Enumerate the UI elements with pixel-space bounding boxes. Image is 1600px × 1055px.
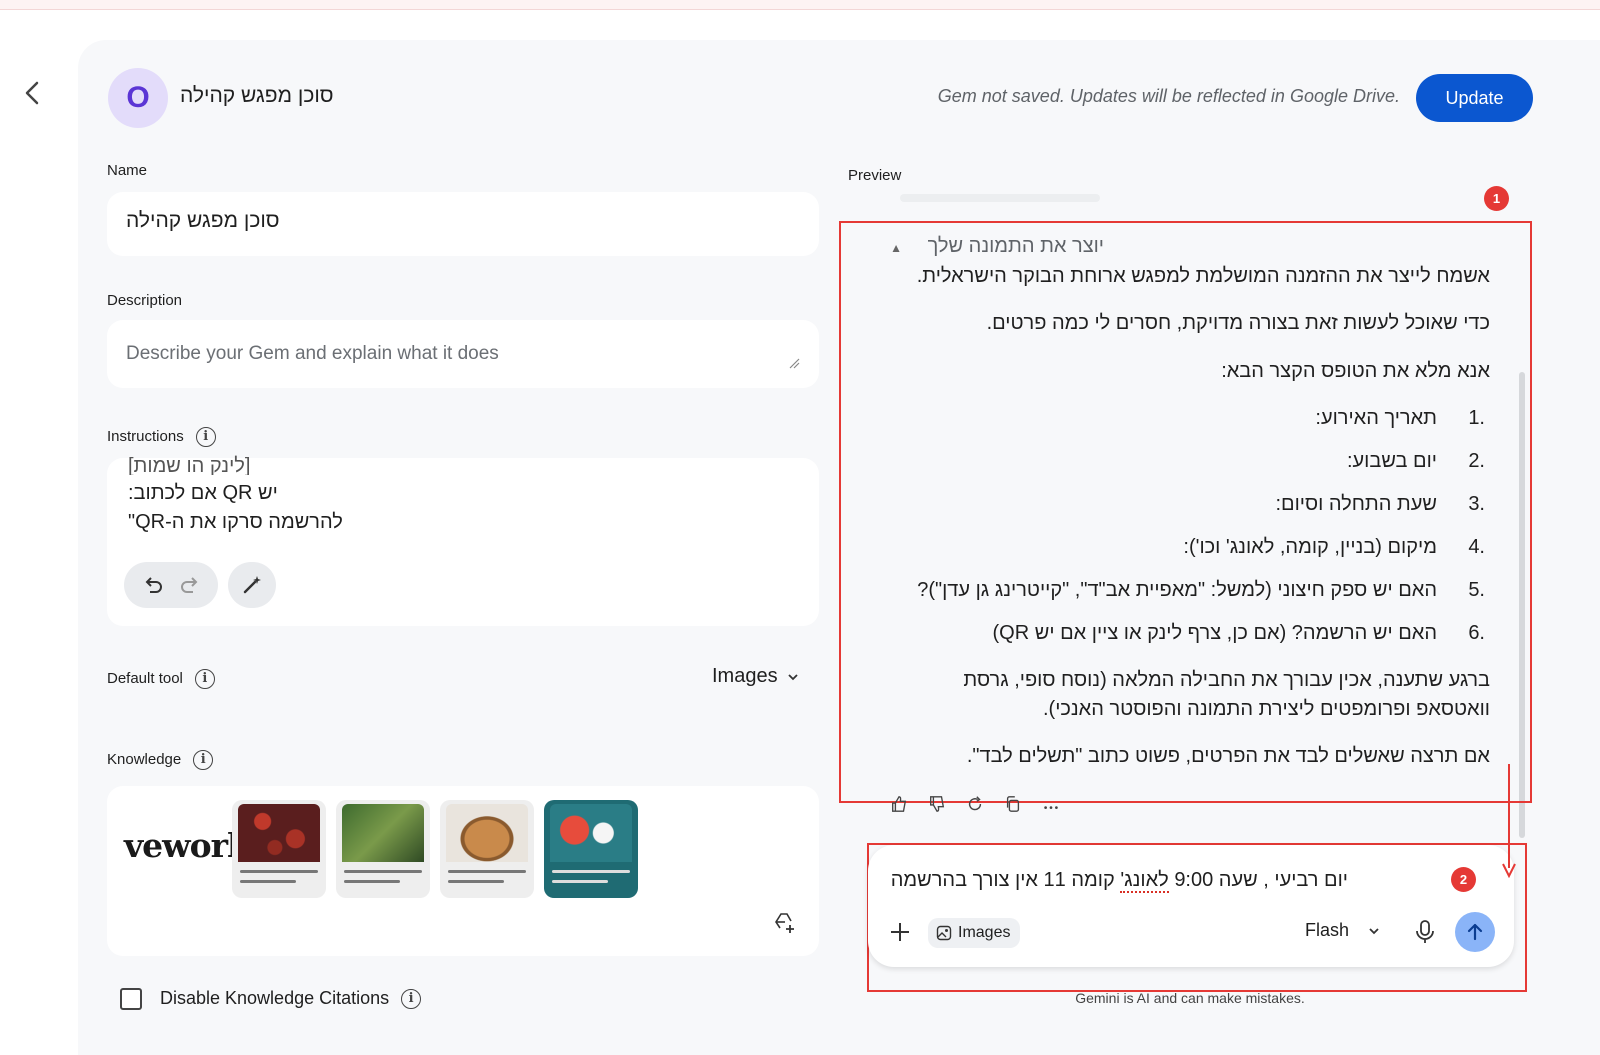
input-text-segment: קומה 11 אין צורך בהרשמה bbox=[890, 869, 1121, 891]
list-number: 1. bbox=[1468, 407, 1485, 429]
response-paragraph: וואטסאפ ופרומפטים ליצירת התמונה והפוסטר … bbox=[1042, 698, 1490, 720]
top-strip bbox=[0, 0, 1600, 10]
add-attachment-icon[interactable] bbox=[886, 918, 914, 946]
instructions-label-text: Instructions bbox=[107, 427, 184, 445]
info-icon[interactable]: i bbox=[401, 989, 422, 1010]
default-tool-value: Images bbox=[712, 665, 778, 687]
image-generating-status: יוצר את התמונה שלך ▲ bbox=[890, 235, 1104, 258]
input-text-segment: יום רביעי , שעה 9:00 bbox=[1168, 869, 1348, 891]
list-number: 6. bbox=[1468, 622, 1485, 644]
list-text: מיקום (בניין, קומה, לאונג' וכו'): bbox=[1183, 536, 1437, 558]
annotation-arrowhead-icon bbox=[1502, 863, 1516, 878]
list-text: האם יש הרשמה? (אם כן, צרף לינק או ציין א… bbox=[992, 622, 1438, 644]
list-text: יום בשבוע: bbox=[1346, 450, 1437, 472]
images-tool-chip[interactable]: Images bbox=[928, 918, 1021, 948]
magic-rewrite-button[interactable] bbox=[228, 562, 276, 608]
more-options-icon[interactable] bbox=[1042, 794, 1060, 814]
name-label: Name bbox=[107, 162, 148, 179]
annotation-arrow bbox=[1508, 764, 1510, 868]
knowledge-file-logo[interactable]: veworl bbox=[124, 826, 240, 865]
list-text: שעת התחלה וסיום: bbox=[1275, 493, 1437, 515]
list-item: 6. האם יש הרשמה? (אם כן, צרף לינק או ציי… bbox=[900, 622, 1486, 650]
regenerate-icon[interactable] bbox=[966, 794, 984, 814]
list-text: האם יש ספק חיצוני (למשל: "מאפיית אב"ד", … bbox=[917, 579, 1437, 601]
list-number: 2. bbox=[1468, 450, 1485, 472]
description-placeholder: Describe your Gem and explain what it do… bbox=[126, 343, 499, 364]
knowledge-label-text: Knowledge bbox=[107, 750, 182, 768]
list-text: תאריך האירוע: bbox=[1315, 407, 1437, 429]
disable-citations-label: Disable Knowledge Citations i bbox=[160, 988, 422, 1010]
model-name: Flash bbox=[1305, 920, 1350, 940]
list-number: 3. bbox=[1468, 493, 1485, 515]
list-item: 5. האם יש ספק חיצוני (למשל: "מאפיית אב"ד… bbox=[900, 579, 1485, 607]
disable-citations-label-text: Disable Knowledge Citations bbox=[160, 988, 390, 1008]
instruction-line: להרשמה סרקו את ה-QR" bbox=[128, 511, 343, 533]
info-icon[interactable]: i bbox=[195, 427, 216, 447]
chevron-down-icon bbox=[787, 673, 798, 680]
knowledge-label: Knowledge i bbox=[107, 750, 214, 770]
prompt-input-text[interactable]: יום רביעי , שעה 9:00 לאונג' קומה 11 אין … bbox=[890, 869, 1348, 893]
instruction-line: יש QR אם לכתוב: bbox=[128, 482, 278, 504]
response-paragraph: אשמח לייצר את ההזמנה המושלמת למפגש ארוחת… bbox=[916, 265, 1490, 287]
undo-redo-group bbox=[124, 562, 218, 608]
info-icon[interactable]: i bbox=[193, 750, 214, 770]
resize-handle-icon[interactable] bbox=[788, 357, 800, 369]
response-paragraph: אנא מלא את הטופס הקצר הבא: bbox=[1221, 360, 1490, 382]
name-value: סוכן מפגש קהילה bbox=[126, 209, 280, 232]
knowledge-file-thumbnail[interactable] bbox=[544, 800, 638, 898]
thumbs-down-icon[interactable] bbox=[928, 794, 946, 814]
thumbs-up-icon[interactable] bbox=[890, 794, 908, 814]
microphone-icon[interactable] bbox=[1414, 919, 1436, 945]
instructions-label: Instructions i bbox=[107, 427, 216, 447]
copy-icon[interactable] bbox=[1004, 794, 1022, 814]
info-icon[interactable]: i bbox=[194, 669, 215, 689]
magic-wand-icon bbox=[243, 576, 261, 594]
gem-title: סוכן מפגש קהילה bbox=[180, 84, 334, 107]
spinner-icon: ▲ bbox=[890, 241, 903, 255]
knowledge-file-thumbnail[interactable] bbox=[336, 800, 430, 898]
response-paragraph: אם תרצה שאשלים לבד את הפרטים, פשוט כתוב … bbox=[966, 745, 1490, 767]
update-button[interactable]: Update bbox=[1416, 74, 1533, 122]
response-paragraph: כדי שאוכל לעשות זאת בצורה מדויקת, חסרים … bbox=[986, 312, 1490, 334]
avatar-letter: O bbox=[126, 81, 150, 114]
model-selector[interactable]: Flash bbox=[1305, 920, 1381, 941]
save-status-note: Gem not saved. Updates will be reflected… bbox=[937, 86, 1400, 106]
default-tool-label: Default tool i bbox=[107, 669, 215, 689]
back-arrow-icon[interactable] bbox=[18, 78, 48, 108]
preview-label: Preview bbox=[848, 167, 902, 184]
send-button[interactable] bbox=[1455, 912, 1495, 952]
image-icon bbox=[936, 925, 952, 941]
knowledge-file-thumbnail[interactable] bbox=[440, 800, 534, 898]
annotation-badge-1: 1 bbox=[1484, 186, 1509, 211]
arrow-up-icon bbox=[1467, 923, 1483, 941]
list-item: 3. שעת התחלה וסיום: bbox=[900, 493, 1485, 521]
disable-citations-checkbox[interactable] bbox=[120, 988, 142, 1010]
faded-previous-text bbox=[900, 188, 1100, 202]
list-item: 2. יום בשבוע: bbox=[900, 450, 1485, 478]
default-tool-select[interactable]: Images bbox=[712, 665, 800, 688]
add-drive-file-icon[interactable] bbox=[774, 912, 796, 934]
instruction-line: [לינק הו שמות] bbox=[128, 455, 251, 475]
annotation-badge-2: 2 bbox=[1451, 867, 1476, 892]
list-item: 1. תאריך האירוע: bbox=[900, 407, 1485, 435]
response-actions bbox=[890, 794, 1060, 814]
chevron-down-icon bbox=[1369, 927, 1379, 934]
description-label: Description bbox=[107, 292, 183, 309]
default-tool-label-text: Default tool bbox=[107, 669, 183, 687]
knowledge-file-thumbnail[interactable] bbox=[232, 800, 326, 898]
list-number: 4. bbox=[1468, 536, 1485, 558]
creating-image-text: יוצר את התמונה שלך bbox=[927, 235, 1104, 257]
prompt-input-card[interactable] bbox=[868, 845, 1514, 967]
spellcheck-word: לאונג' bbox=[1120, 869, 1169, 893]
images-chip-label: Images bbox=[958, 924, 1011, 941]
redo-icon[interactable] bbox=[179, 574, 201, 596]
list-number: 5. bbox=[1468, 579, 1485, 601]
list-item: 4. מיקום (בניין, קומה, לאונג' וכו'): bbox=[900, 536, 1485, 564]
ai-disclaimer: Gemini is AI and can make mistakes. bbox=[1075, 990, 1305, 1006]
gem-avatar: O bbox=[108, 68, 168, 128]
response-paragraph: ברגע שתענה, אכין עבורך את החבילה המלאה (… bbox=[963, 669, 1490, 691]
undo-icon[interactable] bbox=[142, 574, 164, 596]
